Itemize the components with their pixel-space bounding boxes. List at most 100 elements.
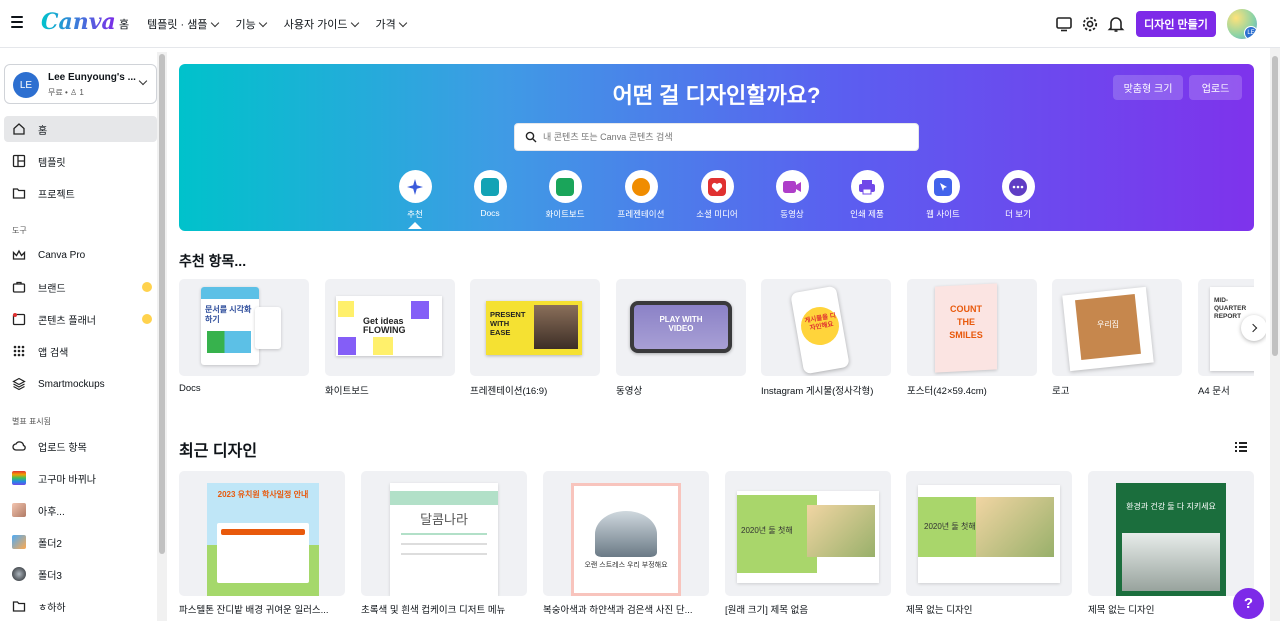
sidebar-item-label: 콘텐츠 플래너 <box>38 315 96 327</box>
gear-icon[interactable] <box>1081 15 1099 33</box>
recommended-card-docs[interactable]: 문서를 시각화하기 Docs <box>179 279 309 394</box>
sidebar-item-content-planner[interactable]: 콘텐츠 플래너 <box>4 306 157 332</box>
category-social-media[interactable]: 소셜 미디어 <box>677 170 757 220</box>
category-circle <box>775 170 809 203</box>
sidebar-scrollbar[interactable] <box>157 52 167 621</box>
recent-design-card[interactable]: 2023 유치원 학사일정 안내 파스텔톤 잔디밭 배경 귀여운 일러스... <box>179 471 345 616</box>
upload-button[interactable]: 업로드 <box>1189 75 1242 100</box>
design-thumbnail: 2020년 둘 첫해 <box>906 471 1072 596</box>
search-input[interactable] <box>543 132 893 142</box>
recent-design-card[interactable]: 환경과 건강 둘 다 지키세요 제목 없는 디자인 <box>1088 471 1254 616</box>
recent-design-card[interactable]: 오랜 스트레스 우리 부정해요 복숭아색과 하얀색과 검은색 사진 단... <box>543 471 709 616</box>
help-button[interactable]: ? <box>1233 588 1264 619</box>
card-label: 동영상 <box>616 386 643 397</box>
category-recommended[interactable]: 추천 <box>375 170 455 229</box>
category-circle <box>473 170 507 203</box>
card-label: 화이트보드 <box>325 386 369 397</box>
card-label: 프레젠테이션(16:9) <box>470 386 548 397</box>
category-docs[interactable]: Docs <box>450 170 530 218</box>
sidebar-item-projects[interactable]: 프로젝트 <box>4 180 157 206</box>
recommended-card-whiteboard[interactable]: Get ideas FLOWING 화이트보드 <box>325 279 455 397</box>
sidebar-item-starred-4[interactable]: 폴더3 <box>4 561 157 587</box>
team-switcher[interactable]: LE Lee Eunyoung's ... 무료 • ♙ 1 <box>4 64 157 104</box>
category-label: 소셜 미디어 <box>696 209 738 219</box>
category-circle <box>850 170 884 203</box>
category-label: 동영상 <box>780 209 804 219</box>
apps-icon <box>13 345 25 357</box>
nav-user-guide[interactable]: 사용자 가이드 <box>277 10 365 38</box>
category-video[interactable]: 동영상 <box>752 170 832 220</box>
category-more[interactable]: 더 보기 <box>978 170 1058 220</box>
recent-design-card[interactable]: 2020년 둘 첫해 제목 없는 디자인 <box>906 471 1072 616</box>
main-scrollbar[interactable] <box>1270 48 1280 621</box>
category-label: 화이트보드 <box>545 209 585 219</box>
recent-design-card[interactable]: 2020년 둘 첫해 [원래 크기] 제목 없음 <box>725 471 891 616</box>
sidebar-item-templates[interactable]: 템플릿 <box>4 148 157 174</box>
sidebar-item-label: 앱 검색 <box>38 347 69 359</box>
design-thumbnail: 오랜 스트레스 우리 부정해요 <box>543 471 709 596</box>
sidebar: LE Lee Eunyoung's ... 무료 • ♙ 1 홈 템플릿 프로젝… <box>0 48 168 621</box>
sidebar-item-brand[interactable]: 브랜드 <box>4 274 157 300</box>
sidebar-item-starred-3[interactable]: 폴더2 <box>4 529 157 555</box>
recommended-card-instagram[interactable]: 게시물을 디자인해요 Instagram 게시물(정사각형) <box>761 279 891 397</box>
hero-title: 어떤 걸 디자인할까요? <box>612 83 821 108</box>
card-thumbnail: 문서를 시각화하기 <box>179 279 309 376</box>
top-nav: 홈 템플릿 · 샘플 기능 사용자 가이드 가격 <box>112 0 413 48</box>
card-thumbnail: PRESENT WITH EASE <box>470 279 600 376</box>
sidebar-item-app-search[interactable]: 앱 검색 <box>4 338 157 364</box>
category-presentation[interactable]: 프레젠테이션 <box>601 170 681 220</box>
canva-logo[interactable]: Canva <box>41 9 116 35</box>
card-label: 포스터(42×59.4cm) <box>907 386 987 397</box>
chevron-down-icon <box>398 18 408 27</box>
list-view-icon[interactable] <box>1235 441 1247 453</box>
crown-icon <box>12 249 26 260</box>
user-avatar[interactable]: LE <box>1227 9 1257 39</box>
folder-icon <box>12 601 26 612</box>
hamburger-menu-icon[interactable] <box>11 16 23 28</box>
sidebar-item-canva-pro[interactable]: Canva Pro <box>4 242 157 268</box>
sidebar-item-starred-2[interactable]: 아후... <box>4 497 157 523</box>
sidebar-item-label: 브랜드 <box>38 283 66 295</box>
photo-thumb-icon <box>12 503 26 517</box>
recommended-card-presentation[interactable]: PRESENT WITH EASE 프레젠테이션(16:9) <box>470 279 600 397</box>
thumb-text: PLAY WITH VIDEO <box>659 315 703 333</box>
category-website[interactable]: 웹 사이트 <box>903 170 983 220</box>
sidebar-item-label: Smartmockups <box>38 378 105 390</box>
nav-features[interactable]: 기능 <box>229 10 273 38</box>
recommended-card-video[interactable]: PLAY WITH VIDEO 동영상 <box>616 279 746 397</box>
category-print[interactable]: 인쇄 제품 <box>827 170 907 220</box>
recent-designs-title: 최근 디자인 <box>179 443 258 460</box>
nav-templates[interactable]: 템플릿 · 샘플 <box>140 10 224 38</box>
print-icon <box>859 179 875 194</box>
sidebar-item-home[interactable]: 홈 <box>4 116 157 142</box>
create-design-button[interactable]: 디자인 만들기 <box>1136 11 1216 37</box>
recommended-card-poster[interactable]: COUNT THE SMILES 포스터(42×59.4cm) <box>907 279 1037 397</box>
sidebar-item-starred-1[interactable]: 고구마 바뀌나 <box>4 465 157 491</box>
recommended-card-logo[interactable]: 우리집 로고 <box>1052 279 1182 397</box>
pro-crown-badge <box>142 314 152 324</box>
sidebar-item-label: 폴더3 <box>38 570 62 582</box>
sidebar-item-starred-5[interactable]: ㅎ하하 <box>4 593 157 619</box>
sidebar-item-smartmockups[interactable]: Smartmockups <box>4 371 157 397</box>
video-icon <box>783 180 801 193</box>
calendar-icon <box>12 313 26 326</box>
selected-indicator <box>408 222 422 229</box>
custom-size-button[interactable]: 맞춤형 크기 <box>1113 75 1183 100</box>
bell-icon[interactable] <box>1107 15 1125 33</box>
sidebar-item-uploads[interactable]: 업로드 항목 <box>4 433 157 459</box>
nav-pricing[interactable]: 가격 <box>369 10 413 38</box>
nav-home[interactable]: 홈 <box>112 10 136 38</box>
design-label: 초록색 및 흰색 컵케이크 디저트 메뉴 <box>361 605 506 616</box>
recent-design-card[interactable]: 달콤나라 초록색 및 흰색 컵케이크 디저트 메뉴 <box>361 471 527 616</box>
thumb-text: 2023 유치원 학사일정 안내 <box>217 490 309 499</box>
card-label: Instagram 게시물(정사각형) <box>761 386 874 397</box>
monitor-icon[interactable] <box>1055 15 1073 33</box>
cursor-icon <box>934 177 952 196</box>
carousel-next-button[interactable] <box>1241 315 1266 341</box>
category-whiteboard[interactable]: 화이트보드 <box>525 170 605 220</box>
design-categories: 추천 Docs 화이트보드 프레젠테이션 소셜 미디어 동영상 인쇄 제품 웹 … <box>179 170 1254 230</box>
search-bar[interactable] <box>514 123 919 151</box>
folder-thumb-icon <box>12 535 26 549</box>
thumb-text: 오랜 스트레스 우리 부정해요 <box>584 562 668 569</box>
design-label: [원래 크기] 제목 없음 <box>725 605 809 616</box>
